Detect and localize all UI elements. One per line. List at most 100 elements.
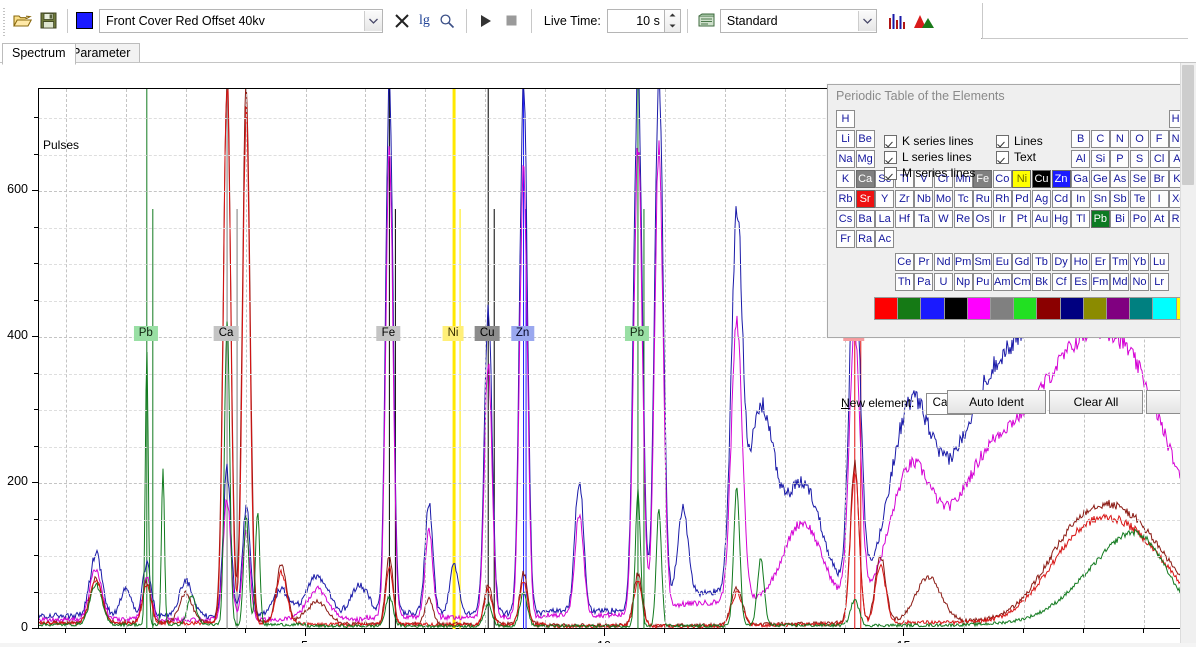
stepper-down-icon[interactable] xyxy=(665,21,680,32)
scrollbar-thumb[interactable] xyxy=(1182,65,1194,185)
element-cell-b[interactable]: B xyxy=(1071,130,1091,148)
element-cell-ca[interactable]: Ca xyxy=(855,170,875,188)
stepper-up-icon[interactable] xyxy=(665,10,680,21)
element-cell-br[interactable]: Br xyxy=(1149,170,1169,188)
element-cell-si[interactable]: Si xyxy=(1090,150,1110,168)
method-chevron-down-icon[interactable] xyxy=(857,10,876,31)
button-clear-all[interactable]: Clear All xyxy=(1049,390,1143,414)
palette-swatch-0[interactable] xyxy=(874,297,899,320)
element-cell-s[interactable]: S xyxy=(1130,150,1149,168)
element-cell-ni[interactable]: Ni xyxy=(1012,170,1032,188)
element-cell-h[interactable]: H xyxy=(836,110,855,128)
live-time-stepper[interactable] xyxy=(664,8,681,33)
element-cell-o[interactable]: O xyxy=(1130,130,1149,148)
element-cell-gd[interactable]: Gd xyxy=(1012,253,1032,271)
checkbox-k-series-lines[interactable]: K series lines xyxy=(884,134,973,148)
element-cell-ga[interactable]: Ga xyxy=(1071,170,1091,188)
magnifier-icon[interactable] xyxy=(434,8,460,34)
play-icon[interactable] xyxy=(473,8,499,34)
element-cell-fr[interactable]: Fr xyxy=(836,230,855,248)
element-cell-fm[interactable]: Fm xyxy=(1090,273,1110,291)
live-time-input[interactable]: 10 s xyxy=(606,8,665,33)
close-x-icon[interactable] xyxy=(389,8,415,34)
element-cell-ho[interactable]: Ho xyxy=(1071,253,1091,271)
element-cell-mo[interactable]: Mo xyxy=(934,190,953,208)
element-cell-cl[interactable]: Cl xyxy=(1149,150,1169,168)
element-cell-n[interactable]: N xyxy=(1110,130,1130,148)
element-cell-sb[interactable]: Sb xyxy=(1110,190,1130,208)
element-cell-ba[interactable]: Ba xyxy=(855,210,875,228)
element-cell-re[interactable]: Re xyxy=(953,210,973,228)
element-cell-np[interactable]: Np xyxy=(953,273,973,291)
element-cell-rb[interactable]: Rb xyxy=(836,190,855,208)
element-cell-k[interactable]: K xyxy=(836,170,855,188)
element-cell-pm[interactable]: Pm xyxy=(953,253,973,271)
stop-icon[interactable] xyxy=(499,8,525,34)
method-box-icon[interactable] xyxy=(694,8,720,34)
element-cell-ta[interactable]: Ta xyxy=(914,210,934,228)
method-select[interactable]: Standard xyxy=(719,8,877,33)
element-cell-la[interactable]: La xyxy=(875,210,895,228)
element-cell-pb[interactable]: Pb xyxy=(1090,210,1110,228)
element-cell-th[interactable]: Th xyxy=(894,273,914,291)
palette-swatch-5[interactable] xyxy=(990,297,1015,320)
element-cell-na[interactable]: Na xyxy=(836,150,855,168)
log-scale-button[interactable]: lg xyxy=(415,13,434,29)
checkbox-l-series-lines[interactable]: L series lines xyxy=(884,150,972,164)
palette-swatch-9[interactable] xyxy=(1082,297,1108,320)
element-cell-sn[interactable]: Sn xyxy=(1090,190,1110,208)
element-cell-p[interactable]: P xyxy=(1110,150,1130,168)
element-cell-ac[interactable]: Ac xyxy=(875,230,895,248)
element-marker-cu[interactable]: Cu xyxy=(474,326,500,341)
element-marker-ca[interactable]: Ca xyxy=(213,326,239,341)
element-cell-au[interactable]: Au xyxy=(1032,210,1051,228)
element-marker-pb[interactable]: Pb xyxy=(624,326,649,341)
element-cell-ra[interactable]: Ra xyxy=(855,230,875,248)
spectrum-color-swatch[interactable] xyxy=(76,12,93,29)
element-cell-y[interactable]: Y xyxy=(875,190,895,208)
element-cell-cs[interactable]: Cs xyxy=(836,210,855,228)
element-cell-fe[interactable]: Fe xyxy=(973,170,993,188)
element-marker-ni[interactable]: Ni xyxy=(442,326,464,341)
element-cell-lu[interactable]: Lu xyxy=(1149,253,1169,271)
element-cell-sr[interactable]: Sr xyxy=(855,190,875,208)
palette-swatch-1[interactable] xyxy=(897,297,923,320)
element-cell-tc[interactable]: Tc xyxy=(953,190,973,208)
checkbox-lines[interactable]: Lines xyxy=(996,134,1043,148)
element-cell-rh[interactable]: Rh xyxy=(992,190,1012,208)
peaks-icon[interactable] xyxy=(911,8,937,34)
element-cell-co[interactable]: Co xyxy=(992,170,1012,188)
palette-swatch-6[interactable] xyxy=(1013,297,1039,320)
palette-swatch-8[interactable] xyxy=(1059,297,1085,320)
element-cell-sm[interactable]: Sm xyxy=(973,253,993,271)
element-cell-se[interactable]: Se xyxy=(1130,170,1149,188)
element-cell-hf[interactable]: Hf xyxy=(894,210,914,228)
palette-swatch-7[interactable] xyxy=(1036,297,1062,320)
element-cell-yb[interactable]: Yb xyxy=(1130,253,1149,271)
palette-swatch-12[interactable] xyxy=(1152,297,1178,320)
palette-swatch-10[interactable] xyxy=(1106,297,1131,320)
element-cell-f[interactable]: F xyxy=(1149,130,1169,148)
periodic-table-body[interactable]: HHeLiBeBCNOFNeNaMgAlSiPSClArKCaScTiVCrMn… xyxy=(828,106,1196,322)
element-cell-ag[interactable]: Ag xyxy=(1032,190,1051,208)
element-cell-cf[interactable]: Cf xyxy=(1051,273,1071,291)
checkbox-text[interactable]: Text xyxy=(996,150,1036,164)
palette-swatch-2[interactable] xyxy=(920,297,946,320)
element-cell-dy[interactable]: Dy xyxy=(1051,253,1071,271)
element-cell-nd[interactable]: Nd xyxy=(934,253,953,271)
element-cell-ge[interactable]: Ge xyxy=(1090,170,1110,188)
palette-swatch-4[interactable] xyxy=(966,297,992,320)
element-cell-in[interactable]: In xyxy=(1071,190,1091,208)
toolbar-grip[interactable] xyxy=(1,5,9,36)
element-cell-po[interactable]: Po xyxy=(1130,210,1149,228)
element-marker-pb[interactable]: Pb xyxy=(133,326,158,341)
element-cell-mg[interactable]: Mg xyxy=(855,150,875,168)
element-cell-tl[interactable]: Tl xyxy=(1071,210,1091,228)
periodic-table-panel[interactable]: Periodic Table of the Elements H He Li Be B C… xyxy=(827,84,1196,415)
element-cell-at[interactable]: At xyxy=(1149,210,1169,228)
element-cell-c[interactable]: C xyxy=(1090,130,1110,148)
element-cell-md[interactable]: Md xyxy=(1110,273,1130,291)
element-cell-bi[interactable]: Bi xyxy=(1110,210,1130,228)
element-cell-tm[interactable]: Tm xyxy=(1110,253,1130,271)
spectrum-lines-icon[interactable] xyxy=(885,8,911,34)
